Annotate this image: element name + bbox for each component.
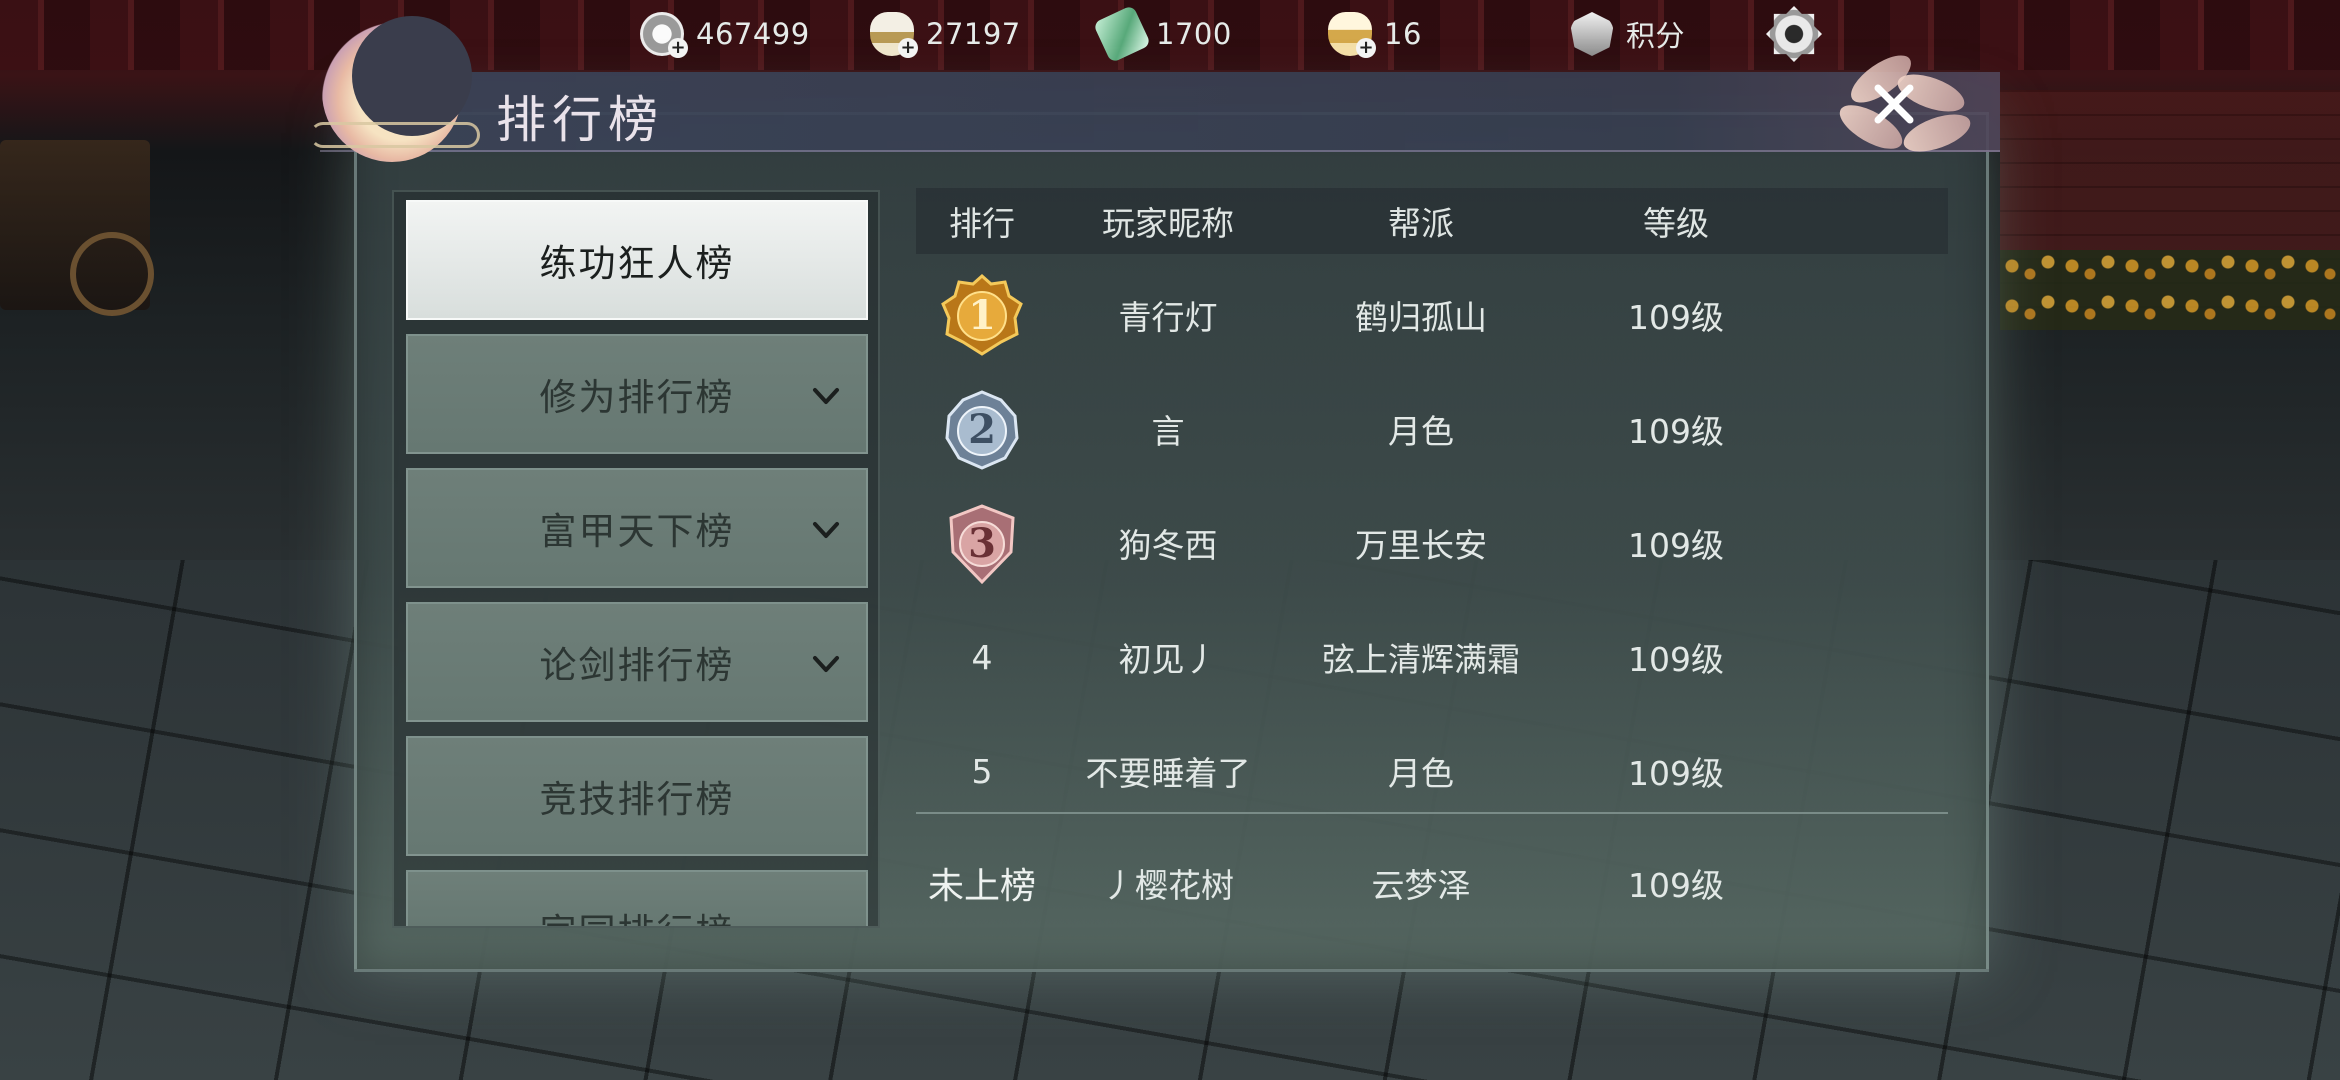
player-level: 109级 <box>1628 640 1724 679</box>
header-name: 玩家昵称 <box>1102 204 1234 243</box>
category-label: 修为排行榜 <box>539 376 735 419</box>
player-name: 青行灯 <box>1118 298 1218 337</box>
guild-name: 万里长安 <box>1355 526 1487 565</box>
settings-gear-icon[interactable] <box>1766 6 1822 62</box>
gold-medal-icon: 1 <box>939 272 1025 358</box>
category-label: 富甲天下榜 <box>539 510 735 553</box>
close-button[interactable] <box>1862 72 1926 136</box>
silver-coin-icon: + <box>640 12 688 58</box>
cloud-ornament-icon <box>310 122 480 148</box>
header-rank: 排行 <box>949 204 1015 243</box>
category-label: 论剑排行榜 <box>539 644 735 687</box>
page-title: 排行榜 <box>496 91 664 149</box>
player-name: 言 <box>1151 412 1185 451</box>
currency-silver-ingot[interactable]: + 27197 <box>870 10 1021 58</box>
player-level: 109级 <box>1628 412 1724 451</box>
my-guild: 云梦泽 <box>1371 866 1471 905</box>
category-label: 练功狂人榜 <box>539 242 735 285</box>
category-tab-wealth[interactable]: 富甲天下榜 <box>406 468 868 588</box>
player-name: 不要睡着了 <box>1085 754 1251 793</box>
category-list[interactable]: 练功狂人榜 修为排行榜 富甲天下榜 论剑排行榜 竞技排行榜 家园排行榜 <box>392 190 880 928</box>
category-tab-cultivation[interactable]: 修为排行榜 <box>406 334 868 454</box>
table-row[interactable]: 3 狗冬西 万里长安 109级 <box>916 488 1948 598</box>
rank-cell: 1 <box>916 272 1048 358</box>
player-level: 109级 <box>1628 526 1724 565</box>
rank-cell: 2 <box>916 386 1048 472</box>
player-name: 初见丿 <box>1118 640 1218 679</box>
ranking-table: 排行 玩家昵称 帮派 等级 1 青行灯 鹤归孤山 109级 2 言 月色 109… <box>916 188 1948 928</box>
points-label: 积分 <box>1626 19 1686 53</box>
category-label: 家园排行榜 <box>540 902 735 926</box>
scene-flowers <box>2000 250 2340 330</box>
silver-ingot-icon: + <box>870 12 918 58</box>
close-icon <box>1874 84 1914 124</box>
points-button[interactable]: 积分 <box>1570 10 1685 58</box>
chevron-down-icon <box>813 388 839 404</box>
currency-gold-ingot[interactable]: + 16 <box>1328 10 1422 58</box>
currency-silver-coin[interactable]: + 467499 <box>640 10 810 58</box>
table-row[interactable]: 1 青行灯 鹤归孤山 109级 <box>916 260 1948 370</box>
my-level: 109级 <box>1628 866 1724 905</box>
category-label: 竞技排行榜 <box>539 778 735 821</box>
player-name: 狗冬西 <box>1118 526 1218 565</box>
currency-value: 467499 <box>696 17 810 51</box>
scene-cart-wheel <box>70 232 154 316</box>
category-tab-homestead[interactable]: 家园排行榜 <box>406 870 868 926</box>
category-tab-practice[interactable]: 练功狂人榜 <box>406 200 868 320</box>
currency-value: 27197 <box>926 17 1021 51</box>
header-guild: 帮派 <box>1388 204 1454 243</box>
chevron-down-icon <box>813 656 839 672</box>
table-row[interactable]: 2 言 月色 109级 <box>916 374 1948 484</box>
gold-ingot-icon: + <box>1328 12 1376 58</box>
guild-name: 弦上清辉满霜 <box>1322 640 1520 679</box>
rank-number: 4 <box>971 637 993 677</box>
guild-name: 月色 <box>1388 754 1454 793</box>
currency-value: 16 <box>1384 17 1422 51</box>
category-tab-arena[interactable]: 竞技排行榜 <box>406 736 868 856</box>
category-tab-duel[interactable]: 论剑排行榜 <box>406 602 868 722</box>
jade-icon <box>1092 4 1152 64</box>
table-divider <box>916 812 1948 814</box>
my-ranking-row: 未上榜 丿樱花树 云梦泽 109级 <box>916 828 1948 938</box>
silver-medal-icon: 2 <box>939 386 1025 472</box>
currency-jade[interactable]: 1700 <box>1092 4 1232 64</box>
player-level: 109级 <box>1628 754 1724 793</box>
rank-cell: 3 <box>916 500 1048 586</box>
bronze-medal-icon: 3 <box>939 500 1025 586</box>
rank-number: 5 <box>971 751 993 791</box>
table-row[interactable]: 5 不要睡着了 月色 109级 <box>916 716 1948 826</box>
table-row[interactable]: 4 初见丿 弦上清辉满霜 109级 <box>916 602 1948 712</box>
player-level: 109级 <box>1628 298 1724 337</box>
guild-name: 月色 <box>1388 412 1454 451</box>
guild-name: 鹤归孤山 <box>1355 298 1487 337</box>
my-rank: 未上榜 <box>927 866 1036 907</box>
shield-points-icon <box>1570 12 1614 56</box>
header-level: 等级 <box>1643 204 1709 243</box>
my-name: 丿樱花树 <box>1102 866 1234 905</box>
table-header: 排行 玩家昵称 帮派 等级 <box>916 188 1948 254</box>
currency-value: 1700 <box>1156 17 1232 51</box>
chevron-down-icon <box>813 522 839 538</box>
